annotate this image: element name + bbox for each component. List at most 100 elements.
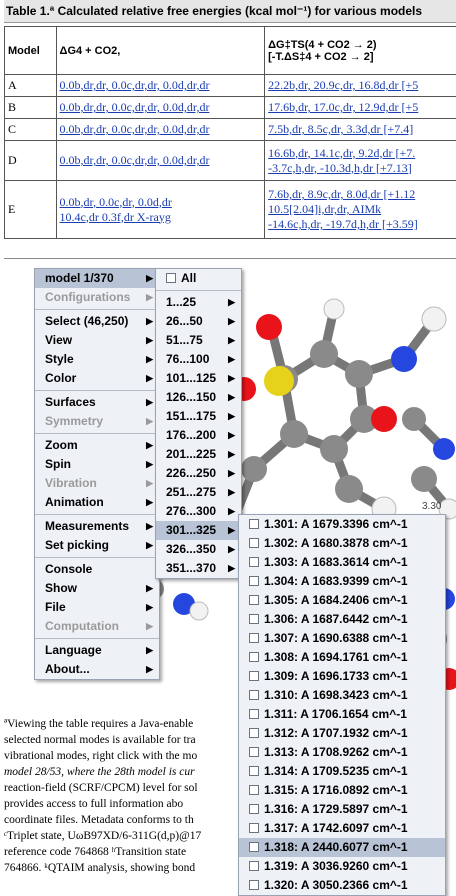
menu-item-1-305-a-1684-2406-cm-1[interactable]: 1.305: A 1684.2406 cm^-1 [239, 591, 445, 610]
menu-item-1-312-a-1707-1932-cm-1[interactable]: 1.312: A 1707.1932 cm^-1 [239, 724, 445, 743]
menu-item-1-304-a-1683-9399-cm-1[interactable]: 1.304: A 1683.9399 cm^-1 [239, 572, 445, 591]
menu-item-326-350[interactable]: 326...350▶ [156, 540, 241, 559]
menu-item-251-275[interactable]: 251...275▶ [156, 483, 241, 502]
menu-item-1-306-a-1687-6442-cm-1[interactable]: 1.306: A 1687.6442 cm^-1 [239, 610, 445, 629]
menu-item-language[interactable]: Language▶ [35, 641, 159, 660]
menu-item-101-125[interactable]: 101...125▶ [156, 369, 241, 388]
energy-link[interactable]: 0.0b,dr, 0.0c,dr, 0.0d,dr [60, 195, 172, 209]
menu-item-1-302-a-1680-3878-cm-1[interactable]: 1.302: A 1680.3878 cm^-1 [239, 534, 445, 553]
context-menu-vibration-modes[interactable]: 1.301: A 1679.3396 cm^-11.302: A 1680.38… [238, 514, 446, 896]
menu-item-select-46-250[interactable]: Select (46,250)▶ [35, 312, 159, 331]
menu-item-label: Vibration [45, 476, 97, 490]
menu-item-226-250[interactable]: 226...250▶ [156, 464, 241, 483]
checkbox-icon[interactable] [249, 785, 259, 795]
menu-item-276-300[interactable]: 276...300▶ [156, 502, 241, 521]
menu-item-76-100[interactable]: 76...100▶ [156, 350, 241, 369]
menu-item-1-308-a-1694-1761-cm-1[interactable]: 1.308: A 1694.1761 cm^-1 [239, 648, 445, 667]
energy-link[interactable]: 0.0b,dr,dr, 0.0c,dr,dr, 0.0d,dr,dr [60, 122, 210, 136]
menu-item-351-370[interactable]: 351...370▶ [156, 559, 241, 578]
menu-item-label: 226...250 [166, 466, 216, 480]
menu-separator [35, 557, 159, 558]
checkbox-icon[interactable] [249, 766, 259, 776]
menu-item-file[interactable]: File▶ [35, 598, 159, 617]
menu-item-animation[interactable]: Animation▶ [35, 493, 159, 512]
energy-link[interactable]: 7.6b,dr, 8.9c,dr, 8.0d,dr [+1.12 [268, 187, 415, 201]
menu-item-label: 51...75 [166, 333, 203, 347]
energy-link[interactable]: 0.0b,dr,dr, 0.0c,dr,dr, 0.0d,dr,dr [60, 100, 210, 114]
menu-item-label: 1.320: A 3050.2366 cm^-1 [264, 878, 408, 892]
energy-link[interactable]: 0.0b,dr,dr, 0.0c,dr,dr, 0.0d,dr,dr [60, 78, 210, 92]
checkbox-icon[interactable] [249, 690, 259, 700]
menu-item-style[interactable]: Style▶ [35, 350, 159, 369]
menu-item-about[interactable]: About...▶ [35, 660, 159, 679]
checkbox-icon[interactable] [249, 842, 259, 852]
energy-link[interactable]: 7.5b,dr, 8.5c,dr, 3.3d,dr [+7.4] [268, 122, 413, 136]
menu-item-1-314-a-1709-5235-cm-1[interactable]: 1.314: A 1709.5235 cm^-1 [239, 762, 445, 781]
menu-item-1-301-a-1679-3396-cm-1[interactable]: 1.301: A 1679.3396 cm^-1 [239, 515, 445, 534]
menu-item-151-175[interactable]: 151...175▶ [156, 407, 241, 426]
menu-item-label: 151...175 [166, 409, 216, 423]
menu-item-176-200[interactable]: 176...200▶ [156, 426, 241, 445]
checkbox-icon[interactable] [249, 861, 259, 871]
checkbox-icon[interactable] [249, 671, 259, 681]
menu-item-301-325[interactable]: 301...325▶ [156, 521, 241, 540]
menu-item-1-320-a-3050-2366-cm-1[interactable]: 1.320: A 3050.2366 cm^-1 [239, 876, 445, 895]
menu-item-color[interactable]: Color▶ [35, 369, 159, 388]
submenu-arrow-icon: ▶ [146, 393, 153, 412]
checkbox-icon[interactable] [249, 633, 259, 643]
menu-item-1-319-a-3036-9260-cm-1[interactable]: 1.319: A 3036.9260 cm^-1 [239, 857, 445, 876]
energy-link[interactable]: -3.7c,h,dr, -10.3d,h,dr [+7.13] [268, 161, 412, 175]
energy-link[interactable]: 10.5[2.04]i,dr,dr, AIMk [268, 202, 381, 216]
menu-item-1-311-a-1706-1654-cm-1[interactable]: 1.311: A 1706.1654 cm^-1 [239, 705, 445, 724]
menu-item-1-310-a-1698-3423-cm-1[interactable]: 1.310: A 1698.3423 cm^-1 [239, 686, 445, 705]
menu-item-1-315-a-1716-0892-cm-1[interactable]: 1.315: A 1716.0892 cm^-1 [239, 781, 445, 800]
checkbox-icon[interactable] [249, 728, 259, 738]
menu-item-label: 326...350 [166, 542, 216, 556]
menu-item-surfaces[interactable]: Surfaces▶ [35, 393, 159, 412]
checkbox-icon[interactable] [249, 709, 259, 719]
submenu-arrow-icon: ▶ [146, 331, 153, 350]
checkbox-icon[interactable] [249, 538, 259, 548]
menu-item-console[interactable]: Console [35, 560, 159, 579]
energy-link[interactable]: 16.6b,dr, 14.1c,dr, 9.2d,dr [+7. [268, 146, 415, 160]
menu-item-zoom[interactable]: Zoom▶ [35, 436, 159, 455]
checkbox-icon[interactable] [249, 595, 259, 605]
submenu-arrow-icon: ▶ [228, 502, 235, 521]
context-menu-main[interactable]: model 1/370▶Configurations▶Select (46,25… [34, 268, 160, 680]
menu-item-all[interactable]: All [156, 269, 241, 288]
menu-item-1-307-a-1690-6388-cm-1[interactable]: 1.307: A 1690.6388 cm^-1 [239, 629, 445, 648]
menu-item-201-225[interactable]: 201...225▶ [156, 445, 241, 464]
checkbox-icon[interactable] [249, 823, 259, 833]
checkbox-icon[interactable] [249, 804, 259, 814]
menu-item-1-25[interactable]: 1...25▶ [156, 293, 241, 312]
menu-item-1-303-a-1683-3614-cm-1[interactable]: 1.303: A 1683.3614 cm^-1 [239, 553, 445, 572]
menu-item-1-313-a-1708-9262-cm-1[interactable]: 1.313: A 1708.9262 cm^-1 [239, 743, 445, 762]
menu-item-model-1-370[interactable]: model 1/370▶ [35, 269, 159, 288]
energy-link[interactable]: -14.6c,h,dr, -19.7d,h,dr [+3.59] [268, 217, 418, 231]
energy-link[interactable]: 0.0b,dr,dr, 0.0c,dr,dr, 0.0d,dr,dr [60, 153, 210, 167]
checkbox-icon[interactable] [249, 652, 259, 662]
checkbox-icon[interactable] [166, 273, 176, 283]
context-menu-models[interactable]: All1...25▶26...50▶51...75▶76...100▶101..… [155, 268, 242, 579]
energy-link[interactable]: 17.6b,dr, 17.0c,dr, 12.9d,dr [+5 [268, 100, 418, 114]
menu-item-1-309-a-1696-1733-cm-1[interactable]: 1.309: A 1696.1733 cm^-1 [239, 667, 445, 686]
checkbox-icon[interactable] [249, 557, 259, 567]
menu-item-spin[interactable]: Spin▶ [35, 455, 159, 474]
menu-item-1-317-a-1742-6097-cm-1[interactable]: 1.317: A 1742.6097 cm^-1 [239, 819, 445, 838]
menu-item-set-picking[interactable]: Set picking▶ [35, 536, 159, 555]
menu-item-26-50[interactable]: 26...50▶ [156, 312, 241, 331]
energy-link[interactable]: 10.4c,dr 0.3f,dr X-rayg [60, 210, 171, 224]
checkbox-icon[interactable] [249, 747, 259, 757]
menu-item-1-316-a-1729-5897-cm-1[interactable]: 1.316: A 1729.5897 cm^-1 [239, 800, 445, 819]
menu-item-51-75[interactable]: 51...75▶ [156, 331, 241, 350]
checkbox-icon[interactable] [249, 614, 259, 624]
checkbox-icon[interactable] [249, 880, 259, 890]
menu-item-measurements[interactable]: Measurements▶ [35, 517, 159, 536]
checkbox-icon[interactable] [249, 519, 259, 529]
energy-link[interactable]: 22.2b,dr, 20.9c,dr, 16.8d,dr [+5 [268, 78, 418, 92]
menu-item-1-318-a-2440-6077-cm-1[interactable]: 1.318: A 2440.6077 cm^-1 [239, 838, 445, 857]
menu-item-show[interactable]: Show▶ [35, 579, 159, 598]
menu-item-126-150[interactable]: 126...150▶ [156, 388, 241, 407]
menu-item-view[interactable]: View▶ [35, 331, 159, 350]
checkbox-icon[interactable] [249, 576, 259, 586]
